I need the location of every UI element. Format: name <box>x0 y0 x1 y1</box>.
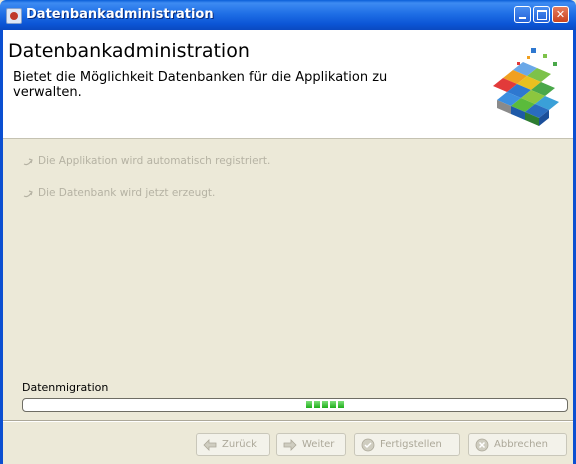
database-cubes-logo <box>493 48 559 126</box>
page-title: Datenbankadministration <box>8 40 250 62</box>
checkmark-icon <box>361 438 375 451</box>
wizard-content <box>3 139 573 375</box>
step-arrow-icon <box>23 158 33 166</box>
next-arrow-icon <box>283 438 297 451</box>
progress-block <box>338 401 344 408</box>
close-icon: ✕ <box>555 8 566 21</box>
app-icon[interactable] <box>6 8 22 24</box>
back-button[interactable]: Zurück <box>196 433 270 456</box>
progress-block <box>306 401 312 408</box>
cancel-button-label: Abbrechen <box>494 439 548 450</box>
close-button[interactable]: ✕ <box>552 6 569 23</box>
progress-block <box>314 401 320 408</box>
back-button-label: Zurück <box>222 439 257 450</box>
finish-button[interactable]: Fertigstellen <box>354 433 460 456</box>
wizard-header: Datenbankadministration Bietet die Mögli… <box>3 30 573 139</box>
minimize-button[interactable] <box>514 6 531 23</box>
divider <box>3 420 573 422</box>
step-label: Die Applikation wird automatisch registr… <box>38 155 271 167</box>
progress-label: Datenmigration <box>22 381 109 394</box>
finish-button-label: Fertigstellen <box>380 439 442 450</box>
next-button[interactable]: Weiter <box>276 433 346 456</box>
back-arrow-icon <box>203 438 217 451</box>
progress-block <box>322 401 328 408</box>
minimize-icon <box>519 16 526 19</box>
step-item: Die Applikation wird automatisch registr… <box>22 155 270 167</box>
step-label: Die Datenbank wird jetzt erzeugt. <box>38 187 216 199</box>
wizard-window: Datenbankadministration ✕ Datenbankadmin… <box>0 0 576 464</box>
title-bar[interactable]: Datenbankadministration ✕ <box>0 0 576 30</box>
step-item: Die Datenbank wird jetzt erzeugt. <box>22 187 215 199</box>
page-description: Bietet die Möglichkeit Datenbanken für d… <box>13 70 388 100</box>
progress-indicator <box>306 401 344 409</box>
cancel-icon <box>475 438 489 451</box>
step-arrow-icon <box>23 190 33 198</box>
progress-bar <box>22 398 568 412</box>
maximize-button[interactable] <box>533 6 550 23</box>
next-button-label: Weiter <box>302 439 335 450</box>
window-title: Datenbankadministration <box>26 7 214 22</box>
cancel-button[interactable]: Abbrechen <box>468 433 567 456</box>
progress-block <box>330 401 336 408</box>
maximize-icon <box>536 9 547 20</box>
